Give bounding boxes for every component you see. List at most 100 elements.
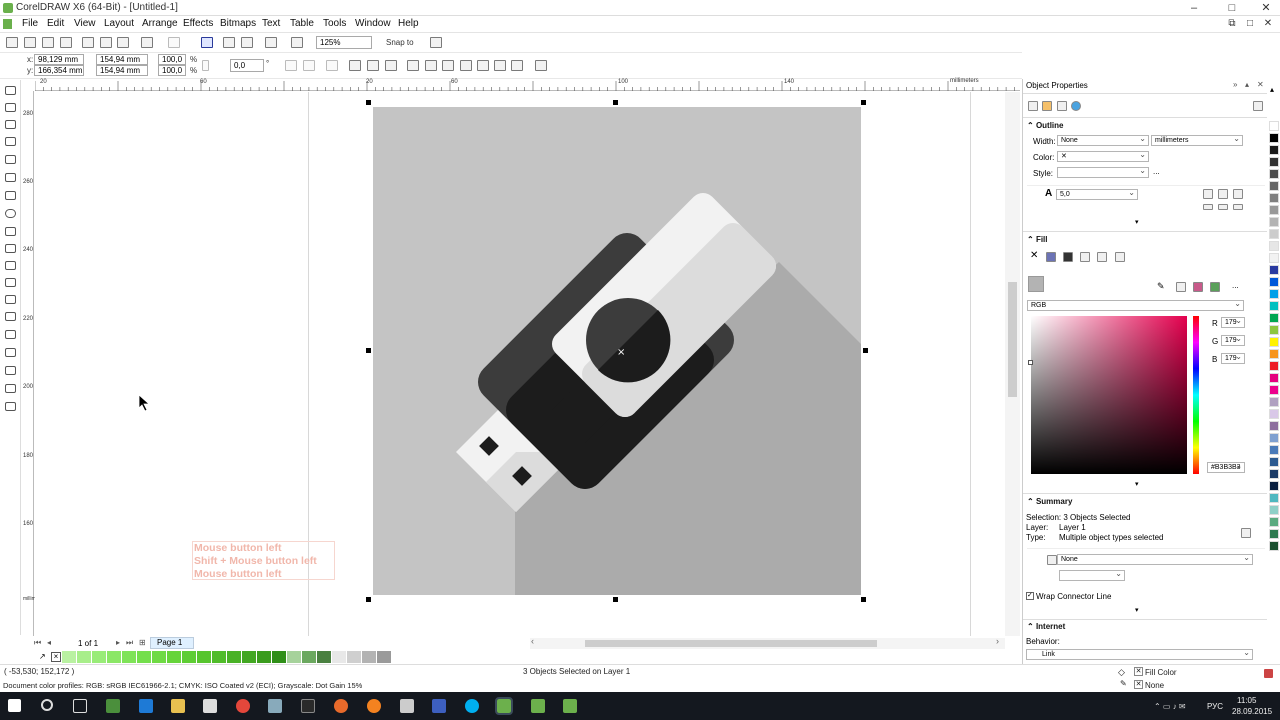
outline-section-header[interactable]: ⌃ Outline: [1027, 121, 1064, 130]
cap-round-icon[interactable]: [1218, 204, 1228, 210]
welcome-screen-icon[interactable]: [291, 37, 303, 48]
menu-tools[interactable]: Tools: [323, 18, 346, 29]
group-icon[interactable]: [349, 60, 361, 71]
palette-swatch[interactable]: [1269, 433, 1279, 443]
palette-swatch[interactable]: [272, 651, 287, 663]
vector-pattern-icon[interactable]: [1080, 252, 1090, 262]
fill-tab-icon[interactable]: [1042, 101, 1052, 111]
palette-swatch[interactable]: [377, 651, 392, 663]
file-explorer-icon[interactable]: [171, 699, 185, 713]
scale-x-field[interactable]: 100,0: [158, 54, 186, 65]
bitmap-pattern-icon[interactable]: [1097, 252, 1107, 262]
save-icon[interactable]: [42, 37, 54, 48]
selection-handle[interactable]: [861, 597, 866, 602]
trim-icon[interactable]: [442, 60, 454, 71]
palette-swatch[interactable]: [1269, 457, 1279, 467]
application-launcher-icon[interactable]: [265, 37, 277, 48]
palette-swatch[interactable]: [1269, 337, 1279, 347]
color-picker-area[interactable]: [1031, 316, 1187, 474]
palette-swatch[interactable]: [1269, 325, 1279, 335]
last-page-icon[interactable]: ⏭: [126, 638, 133, 648]
print-icon[interactable]: [60, 37, 72, 48]
vertical-scroll-thumb[interactable]: [1008, 282, 1017, 397]
connector-tool-icon[interactable]: [5, 312, 16, 321]
outline-color-indicator[interactable]: ✕: [1134, 680, 1143, 689]
simplify-icon[interactable]: [477, 60, 489, 71]
uniform-fill-icon[interactable]: [1046, 252, 1056, 262]
outline-expand-arrow[interactable]: ▾: [1135, 218, 1139, 226]
color-model-select[interactable]: RGB: [1027, 299, 1244, 311]
palette-swatch[interactable]: [1269, 505, 1279, 515]
language-indicator[interactable]: РУС: [1207, 702, 1223, 711]
create-boundary-icon[interactable]: [511, 60, 523, 71]
palette-swatch[interactable]: [1269, 313, 1279, 323]
drawing-canvas[interactable]: × Mouse button left Shift + Mouse button…: [35, 92, 973, 636]
fill-section-header[interactable]: ⌃ Fill: [1027, 235, 1048, 244]
palette-swatch[interactable]: [1269, 349, 1279, 359]
b-value-field[interactable]: 179: [1221, 352, 1245, 364]
text-tool-icon[interactable]: [5, 261, 16, 270]
palette-options-icon[interactable]: ↗: [39, 652, 46, 661]
outline-width-select[interactable]: None: [1057, 134, 1149, 146]
ruler-vertical[interactable]: 280 260 240 220 200 180 160 millimeters: [22, 91, 47, 636]
selection-handle[interactable]: [861, 100, 866, 105]
new-icon[interactable]: [6, 37, 18, 48]
palette-swatch[interactable]: [107, 651, 122, 663]
miter-limit-field[interactable]: 5,0: [1056, 188, 1138, 200]
palette-swatch[interactable]: [1269, 421, 1279, 431]
palette-swatch[interactable]: [1269, 217, 1279, 227]
menu-file[interactable]: File: [22, 18, 38, 29]
scroll-right-arrow[interactable]: ›: [996, 636, 999, 646]
freehand-tool-icon[interactable]: [5, 155, 16, 164]
wrap-connector-checkbox[interactable]: ✓: [1026, 592, 1034, 600]
dimension-tool-icon[interactable]: [5, 295, 16, 304]
fountain-fill-icon[interactable]: [1063, 252, 1073, 262]
add-page-icon[interactable]: ⊞: [139, 638, 146, 647]
summary-expand-arrow[interactable]: ▾: [1135, 606, 1139, 614]
menu-help[interactable]: Help: [398, 18, 419, 29]
palette-swatch[interactable]: [1269, 529, 1279, 539]
rotation-field[interactable]: 0,0: [230, 59, 264, 72]
palette-swatch[interactable]: [1269, 253, 1279, 263]
taskbar-app-icon[interactable]: [432, 699, 446, 713]
import-icon[interactable]: [223, 37, 235, 48]
wrap-paragraph-select[interactable]: None: [1057, 553, 1253, 565]
no-fill-icon[interactable]: ✕: [1030, 250, 1038, 261]
palette-scroll-up-icon[interactable]: ▴: [1270, 85, 1274, 94]
color-eyedropper-icon[interactable]: ✎: [1157, 281, 1165, 292]
menu-edit[interactable]: Edit: [47, 18, 64, 29]
fill-expand-arrow[interactable]: ▾: [1135, 480, 1139, 488]
corner-bevel-icon[interactable]: [1233, 189, 1243, 199]
palette-swatch[interactable]: [1269, 289, 1279, 299]
text-wrap-icon[interactable]: [326, 60, 338, 71]
ellipse-tool-icon[interactable]: [5, 209, 16, 218]
color-picker-marker[interactable]: [1028, 360, 1033, 365]
palette-swatch[interactable]: [1269, 193, 1279, 203]
basic-shapes-tool-icon[interactable]: [5, 244, 16, 253]
selection-handle[interactable]: [613, 597, 618, 602]
hue-slider[interactable]: [1193, 316, 1199, 474]
g-value-field[interactable]: 179: [1221, 334, 1245, 346]
maximize-button[interactable]: □: [1220, 1, 1244, 15]
y-position-field[interactable]: 166,354 mm: [34, 65, 84, 76]
palette-swatch[interactable]: [77, 651, 92, 663]
clock-time[interactable]: 11:05: [1237, 696, 1256, 705]
search-content-icon[interactable]: [201, 37, 213, 48]
palette-swatch[interactable]: [332, 651, 347, 663]
outline-units-select[interactable]: millimeters: [1151, 134, 1243, 146]
scale-y-field[interactable]: 100,0: [158, 65, 186, 76]
firefox-icon[interactable]: [367, 699, 381, 713]
intersect-icon[interactable]: [460, 60, 472, 71]
front-minus-back-icon[interactable]: [494, 60, 506, 71]
crop-tool-icon[interactable]: [5, 120, 16, 129]
pick-tool-icon[interactable]: [5, 86, 16, 95]
polygon-tool-icon[interactable]: [5, 227, 16, 236]
coreldraw-taskbar-icon[interactable]: [495, 697, 513, 715]
palette-swatch[interactable]: [257, 651, 272, 663]
x-position-field[interactable]: 98,129 mm: [34, 54, 84, 65]
menu-layout[interactable]: Layout: [104, 18, 134, 29]
task-view-icon[interactable]: [73, 699, 87, 713]
taskbar-app-icon[interactable]: [334, 699, 348, 713]
eyedropper-tool-icon[interactable]: [5, 366, 16, 375]
palette-swatch[interactable]: [242, 651, 257, 663]
